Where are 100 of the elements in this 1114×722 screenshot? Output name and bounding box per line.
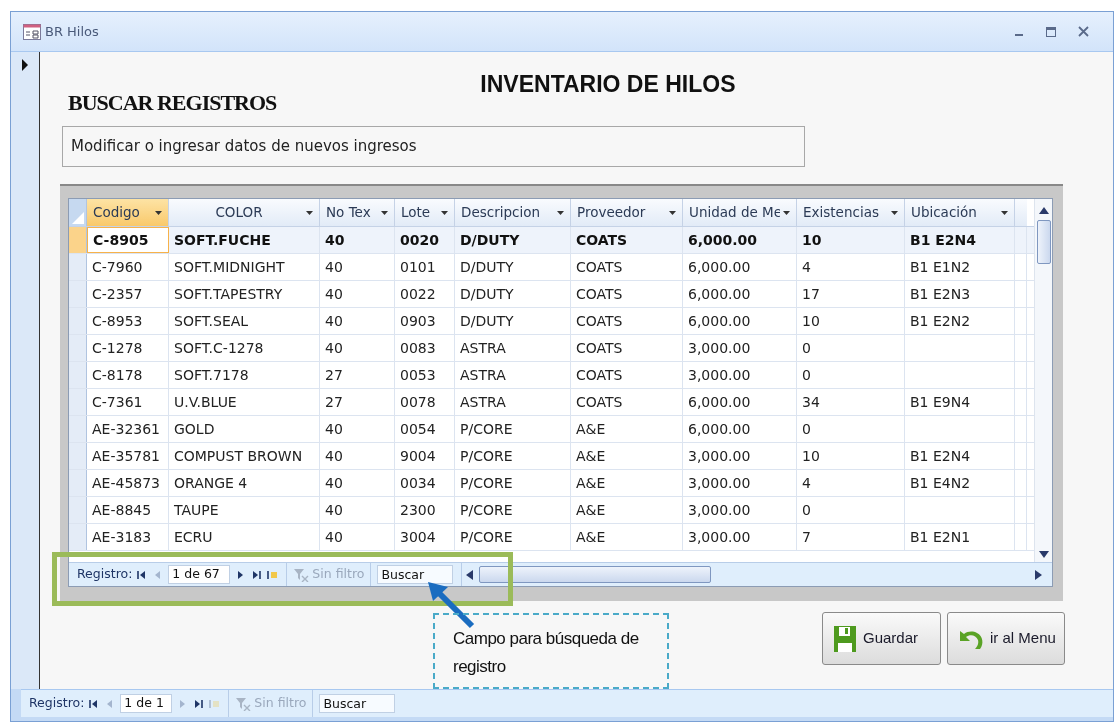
record-position-field[interactable]: 1 de 67: [168, 565, 231, 584]
table-row[interactable]: AE-3183 ECRU 40 3004 P/CORE A&E 3,000.00 7 B1 E2N1: [69, 524, 1034, 551]
table-cell: 40: [320, 254, 395, 280]
column-header[interactable]: Codigo: [87, 199, 169, 226]
record-position-field[interactable]: 1 de 1: [120, 694, 173, 713]
table-cell: 9004: [395, 443, 455, 469]
table-row[interactable]: AE-32361 GOLD 40 0054 P/CORE A&E 6,000.00 0: [69, 416, 1034, 443]
table-cell: SOFT.MIDNIGHT: [169, 254, 320, 280]
table-cell: 10: [797, 227, 905, 253]
table-cell: 40: [320, 335, 395, 361]
scroll-thumb[interactable]: [1036, 220, 1051, 264]
table-row[interactable]: C-1278 SOFT.C-1278 40 0083 ASTRA COATS 3,000.00 0: [69, 335, 1034, 362]
table-cell: 0083: [395, 335, 455, 361]
scroll-thumb[interactable]: [479, 566, 712, 583]
scroll-down-icon[interactable]: [1038, 551, 1049, 558]
table-cell: A&E: [571, 443, 683, 469]
column-header[interactable]: Proveedor: [571, 199, 683, 226]
last-record-icon[interactable]: [251, 569, 263, 580]
column-header[interactable]: Ubicación: [905, 199, 1015, 226]
table-cell: ORANGE 4: [169, 470, 320, 496]
table-row[interactable]: C-7361 U.V.BLUE 27 0078 ASTRA COATS 6,000.00 34 B1 E9N4: [69, 389, 1034, 416]
table-cell: AE-8845: [87, 497, 169, 523]
dropdown-icon[interactable]: [557, 210, 564, 215]
search-field[interactable]: Buscar: [319, 694, 396, 713]
save-button[interactable]: Guardar: [822, 612, 941, 665]
dropdown-icon[interactable]: [669, 210, 676, 215]
last-record-icon[interactable]: [193, 698, 205, 709]
table-cell: 6,000.00: [683, 227, 797, 253]
column-header[interactable]: Descripcion: [455, 199, 571, 226]
table-cell: 40: [320, 443, 395, 469]
table-cell: 4: [797, 254, 905, 280]
table-cell: 40: [320, 416, 395, 442]
table-cell: COATS: [571, 335, 683, 361]
table-cell: SOFT.7178: [169, 362, 320, 388]
table-cell: COATS: [571, 281, 683, 307]
table-cell: AE-45873: [87, 470, 169, 496]
table-cell: 0: [797, 497, 905, 523]
scroll-up-icon[interactable]: [1038, 207, 1049, 214]
table-cell: A&E: [571, 470, 683, 496]
table-cell: COATS: [571, 227, 683, 253]
table-cell: 0054: [395, 416, 455, 442]
table-cell: B1 E2N4: [905, 227, 1015, 253]
table-cell: SOFT.FUCHE: [169, 227, 320, 253]
table-cell: B1 E1N2: [905, 254, 1015, 280]
dropdown-icon[interactable]: [155, 210, 162, 215]
column-header[interactable]: No Tex: [320, 199, 395, 226]
table-cell: 27: [320, 362, 395, 388]
maximize-icon[interactable]: [1046, 26, 1056, 37]
table-cell: A&E: [571, 524, 683, 550]
table-cell: 27: [320, 389, 395, 415]
table-cell: SOFT.C-1278: [169, 335, 320, 361]
table-cell: 7: [797, 524, 905, 550]
table-row[interactable]: AE-8845 TAUPE 40 2300 P/CORE A&E 3,000.00 0: [69, 497, 1034, 524]
record-label: Registro:: [77, 565, 133, 584]
table-cell: 4: [797, 470, 905, 496]
table-cell: 3,000.00: [683, 524, 797, 550]
table-cell: 40: [320, 227, 395, 253]
table-row[interactable]: C-2357 SOFT.TAPESTRY 40 0022 D/DUTY COATS 6,000.00 17 B1 E2N3: [69, 281, 1034, 308]
table-cell: P/CORE: [455, 497, 571, 523]
table-cell: B1 E2N1: [905, 524, 1015, 550]
scroll-left-icon[interactable]: [466, 569, 474, 580]
column-header[interactable]: Lote: [395, 199, 455, 226]
window-title: BR Hilos: [45, 22, 99, 41]
table-row[interactable]: AE-35781 COMPUST BROWN 40 9004 P/CORE A&E 3,000.00 10 B1 E2N4: [69, 443, 1034, 470]
table-cell: AE-32361: [87, 416, 169, 442]
close-icon[interactable]: [1078, 26, 1089, 37]
vertical-scrollbar[interactable]: [1034, 199, 1052, 562]
table-cell: AE-35781: [87, 443, 169, 469]
subtitle-label: Modificar o ingresar datos de nuevos ingresos: [62, 126, 805, 167]
table-cell: 34: [797, 389, 905, 415]
record-pointer-icon: [21, 58, 29, 72]
new-record-icon[interactable]: [267, 569, 279, 580]
menu-button[interactable]: ir al Menu: [947, 612, 1065, 665]
table-cell: 0034: [395, 470, 455, 496]
column-header[interactable]: Existencias: [797, 199, 905, 226]
table-cell: 3,000.00: [683, 335, 797, 361]
dropdown-icon[interactable]: [1001, 210, 1008, 215]
dropdown-icon[interactable]: [891, 210, 898, 215]
dropdown-icon[interactable]: [783, 210, 790, 215]
table-row[interactable]: C-7960 SOFT.MIDNIGHT 40 0101 D/DUTY COATS 6,000.00 4 B1 E1N2: [69, 254, 1034, 281]
table-row[interactable]: C-8178 SOFT.7178 27 0053 ASTRA COATS 3,000.00 0: [69, 362, 1034, 389]
table-cell: SOFT.SEAL: [169, 308, 320, 334]
table-cell: 6,000.00: [683, 281, 797, 307]
table-row[interactable]: AE-45873 ORANGE 4 40 0034 P/CORE A&E 3,000.00 4 B1 E4N2: [69, 470, 1034, 497]
dropdown-icon[interactable]: [381, 210, 388, 215]
search-field[interactable]: Buscar: [377, 565, 454, 584]
dropdown-icon[interactable]: [306, 210, 313, 215]
scroll-right-icon[interactable]: [1035, 569, 1042, 580]
table-cell: 40: [320, 308, 395, 334]
table-cell: P/CORE: [455, 443, 571, 469]
table-cell: TAUPE: [169, 497, 320, 523]
table-row[interactable]: C-8953 SOFT.SEAL 40 0903 D/DUTY COATS 6,000.00 10 B1 E2N2: [69, 308, 1034, 335]
column-header[interactable]: COLOR: [169, 199, 320, 226]
table-row[interactable]: C-8905 SOFT.FUCHE 40 0020 D/DUTY COATS 6,000.00 10 B1 E2N4: [69, 227, 1034, 254]
table-cell: B1 E2N3: [905, 281, 1015, 307]
table-cell: 17: [797, 281, 905, 307]
table-cell: 40: [320, 470, 395, 496]
table-cell: COATS: [571, 362, 683, 388]
dropdown-icon[interactable]: [441, 210, 448, 215]
table-cell: 3004: [395, 524, 455, 550]
